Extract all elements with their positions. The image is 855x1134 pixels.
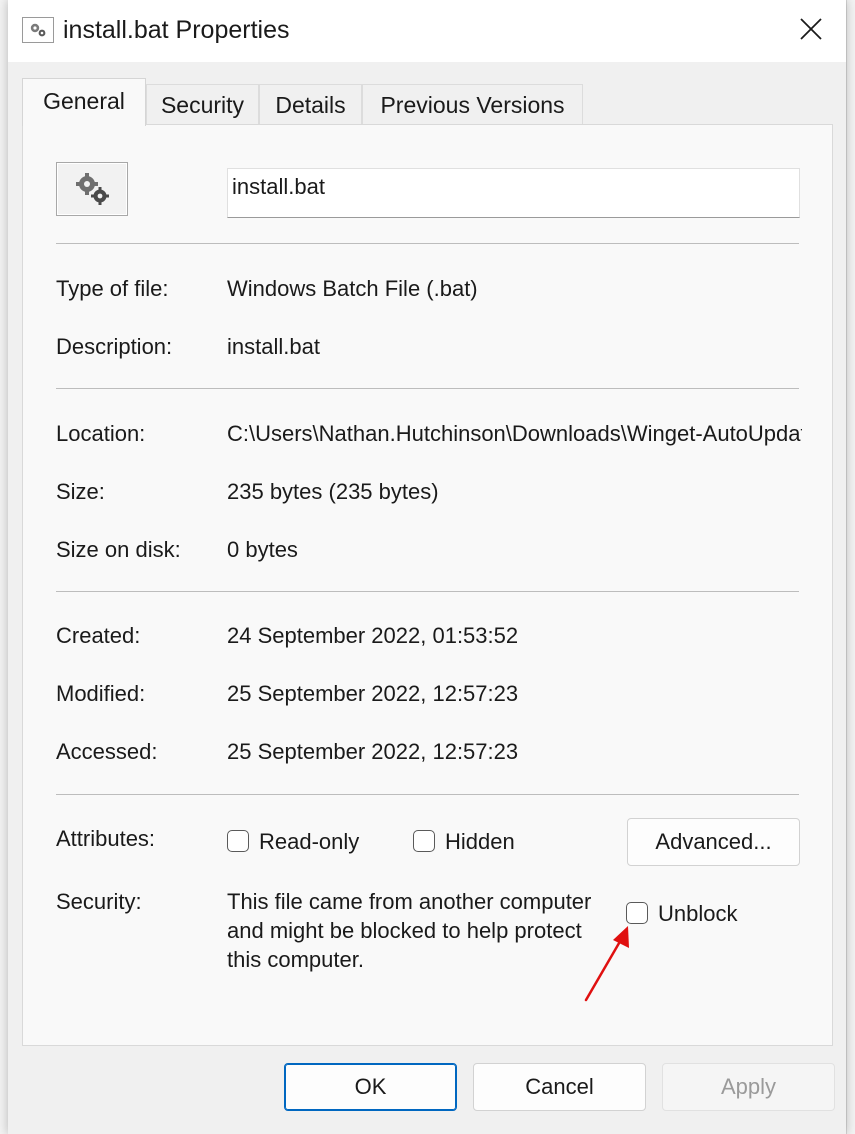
cancel-button[interactable]: Cancel	[473, 1063, 646, 1111]
description-value: install.bat	[227, 334, 320, 359]
size-on-disk-label: Size on disk:	[56, 537, 181, 562]
location-label: Location:	[56, 421, 146, 446]
size-on-disk-value: 0 bytes	[227, 537, 298, 562]
ok-button[interactable]: OK	[284, 1063, 457, 1111]
type-label: Type of file:	[56, 276, 169, 301]
gears-file-icon	[76, 173, 109, 205]
properties-dialog: install.bat Properties General Security …	[8, 0, 846, 1134]
security-message: This file came from another computer and…	[227, 889, 592, 972]
size-value: 235 bytes (235 bytes)	[227, 479, 439, 504]
accessed-value: 25 September 2022, 12:57:23	[227, 739, 519, 764]
description-label: Description:	[56, 334, 173, 359]
red-arrow-annotation	[584, 926, 629, 1002]
modified-value: 25 September 2022, 12:57:23	[227, 681, 519, 706]
modified-label: Modified:	[56, 681, 146, 706]
advanced-button[interactable]: Advanced...	[627, 818, 800, 866]
type-value: Windows Batch File (.bat)	[227, 276, 478, 301]
created-value: 24 September 2022, 01:53:52	[227, 623, 519, 648]
location-value: C:\Users\Nathan.Hutchinson\Downloads\Win…	[227, 421, 802, 446]
tab-general[interactable]: General	[22, 78, 146, 126]
tab-previous-versions[interactable]: Previous Versions	[362, 84, 583, 126]
close-button[interactable]	[784, 8, 838, 50]
hidden-label[interactable]: Hidden	[445, 829, 515, 855]
file-icon	[56, 162, 128, 216]
window-title: install.bat Properties	[63, 16, 290, 44]
separator	[56, 243, 799, 244]
apply-button[interactable]: Apply	[662, 1063, 835, 1111]
separator	[56, 794, 799, 795]
hidden-checkbox[interactable]	[413, 830, 435, 852]
readonly-label[interactable]: Read-only	[259, 829, 359, 855]
file-name-field[interactable]: install.bat	[227, 168, 800, 218]
created-label: Created:	[56, 623, 141, 648]
separator	[56, 591, 799, 592]
title-bar[interactable]: install.bat Properties	[8, 0, 846, 62]
close-icon	[800, 18, 822, 40]
background-window-right	[846, 0, 855, 1134]
attributes-label: Attributes:	[56, 826, 156, 851]
size-label: Size:	[56, 479, 105, 504]
gears-file-icon	[22, 17, 54, 43]
readonly-checkbox[interactable]	[227, 830, 249, 852]
tab-details[interactable]: Details	[259, 84, 362, 126]
accessed-label: Accessed:	[56, 739, 158, 764]
security-label: Security:	[56, 889, 142, 914]
separator	[56, 388, 799, 389]
tab-security[interactable]: Security	[146, 84, 259, 126]
unblock-label[interactable]: Unblock	[658, 901, 737, 927]
